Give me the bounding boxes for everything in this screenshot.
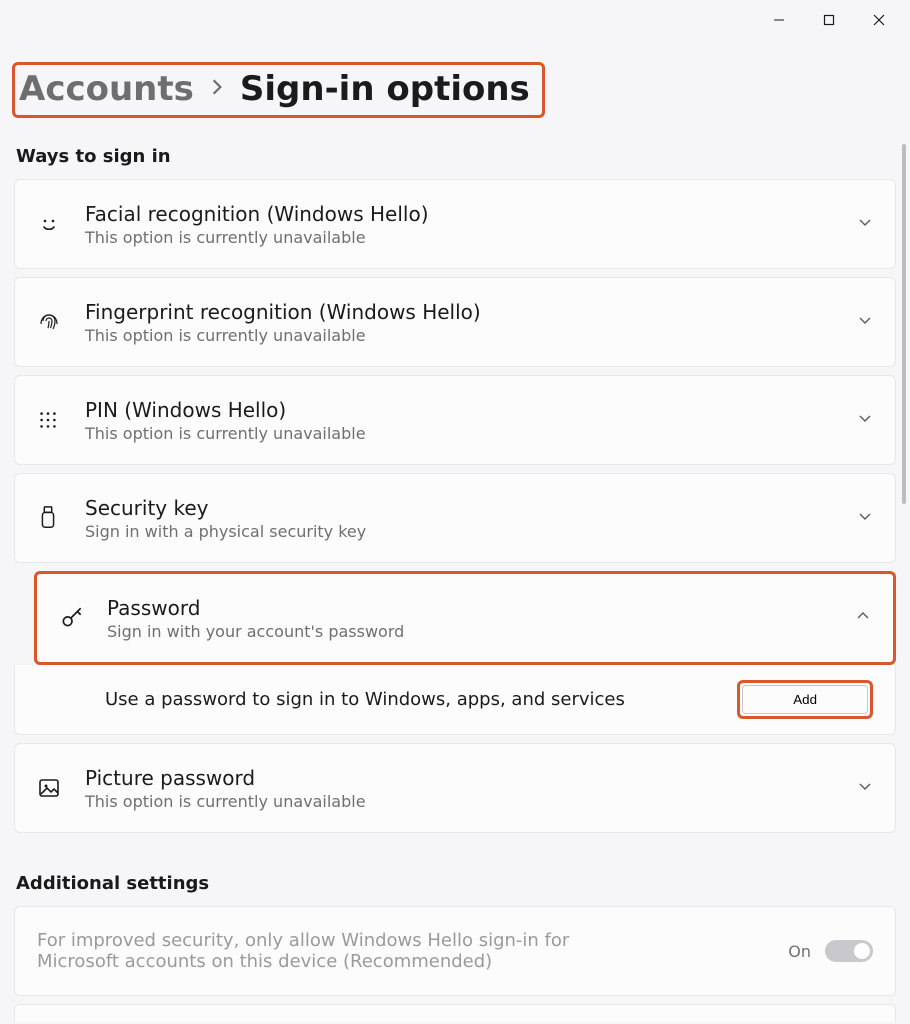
password-detail-row: Use a password to sign in to Windows, ap… [14, 665, 896, 735]
maximize-icon [823, 14, 835, 26]
picture-icon [37, 776, 85, 800]
setting-text: For improved security, only allow Window… [37, 930, 597, 972]
chevron-down-icon [857, 508, 873, 528]
key-icon [59, 605, 107, 631]
chevron-down-icon [857, 778, 873, 798]
option-subtitle: This option is currently unavailable [85, 326, 857, 345]
section-additional-label: Additional settings [16, 873, 896, 894]
breadcrumb-parent[interactable]: Accounts [19, 69, 194, 109]
option-subtitle: Sign in with a physical security key [85, 522, 857, 541]
password-detail-text: Use a password to sign in to Windows, ap… [105, 689, 737, 710]
keypad-icon [37, 409, 85, 431]
scrollbar-thumb[interactable] [902, 144, 906, 504]
option-security-key[interactable]: Security key Sign in with a physical sec… [14, 473, 896, 563]
option-subtitle: Sign in with your account's password [107, 622, 855, 641]
option-title: PIN (Windows Hello) [85, 398, 857, 422]
close-button[interactable] [856, 4, 902, 36]
usb-key-icon [37, 505, 85, 531]
option-title: Picture password [85, 766, 857, 790]
setting-dynamic-lock[interactable]: Dynamic lock Automatically lock your dev… [14, 1004, 896, 1022]
option-facial[interactable]: Facial recognition (Windows Hello) This … [14, 179, 896, 269]
maximize-button[interactable] [806, 4, 852, 36]
setting-title: Dynamic lock [37, 1021, 857, 1022]
chevron-down-icon [857, 214, 873, 234]
option-subtitle: This option is currently unavailable [85, 792, 857, 811]
option-title: Security key [85, 496, 857, 520]
option-title: Facial recognition (Windows Hello) [85, 202, 857, 226]
option-subtitle: This option is currently unavailable [85, 424, 857, 443]
toggle-state-label: On [788, 942, 811, 961]
setting-hello-only: For improved security, only allow Window… [14, 906, 896, 996]
option-password[interactable]: Password Sign in with your account's pas… [34, 571, 896, 665]
breadcrumb: Accounts Sign-in options [12, 62, 545, 118]
option-picture-password[interactable]: Picture password This option is currentl… [14, 743, 896, 833]
fingerprint-icon [37, 310, 85, 334]
option-title: Fingerprint recognition (Windows Hello) [85, 300, 857, 324]
option-pin[interactable]: PIN (Windows Hello) This option is curre… [14, 375, 896, 465]
add-button[interactable]: Add [742, 685, 868, 714]
section-ways-label: Ways to sign in [16, 146, 896, 167]
face-icon [37, 212, 85, 236]
toggle-switch[interactable] [825, 940, 873, 962]
chevron-up-icon [855, 608, 871, 628]
close-icon [873, 14, 885, 26]
breadcrumb-current: Sign-in options [240, 69, 530, 109]
chevron-right-icon [208, 78, 226, 100]
window-titlebar [0, 0, 910, 40]
minimize-icon [773, 14, 785, 26]
option-title: Password [107, 596, 855, 620]
option-subtitle: This option is currently unavailable [85, 228, 857, 247]
content-area: Ways to sign in Facial recognition (Wind… [0, 118, 910, 1022]
add-button-highlight: Add [737, 680, 873, 719]
chevron-down-icon [857, 410, 873, 430]
option-fingerprint[interactable]: Fingerprint recognition (Windows Hello) … [14, 277, 896, 367]
minimize-button[interactable] [756, 4, 802, 36]
chevron-down-icon [857, 312, 873, 332]
